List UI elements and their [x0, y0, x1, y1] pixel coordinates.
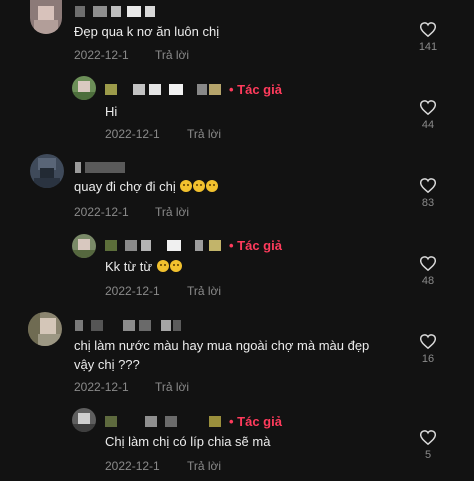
heart-outline-icon: [413, 430, 443, 445]
like-button[interactable]: 44: [413, 100, 443, 131]
pleading-face-icon: [193, 180, 206, 192]
username-blurred[interactable]: [75, 4, 165, 18]
comment-text-body: Kk từ từ: [105, 259, 153, 274]
reply-button[interactable]: Trả lời: [155, 380, 189, 394]
comment-text: quay đi chợ đi chị: [74, 177, 219, 196]
comment-text: Đẹp qua k nơ ăn luôn chị: [74, 24, 220, 39]
pleading-face-icon: [206, 180, 219, 192]
like-count: 141: [418, 41, 438, 53]
heart-outline-icon: [413, 22, 443, 37]
username-blurred[interactable]: [105, 414, 230, 428]
like-count: 48: [421, 275, 435, 287]
avatar[interactable]: [30, 0, 62, 34]
username-blurred[interactable]: [105, 238, 225, 252]
comment-text: Hi: [105, 104, 118, 119]
reply-button[interactable]: Trả lời: [187, 284, 221, 298]
reply-button[interactable]: Trả lời: [187, 459, 221, 473]
avatar[interactable]: [72, 76, 96, 100]
avatar[interactable]: [28, 312, 62, 346]
like-count: 5: [424, 449, 432, 461]
heart-outline-icon: [413, 100, 443, 115]
comment-date: 2022-12-1: [74, 380, 129, 394]
comment-date: 2022-12-1: [105, 284, 160, 298]
like-count: 83: [421, 197, 435, 209]
comment-text: chị làm nước màu hay mua ngoài chợ mà mà…: [74, 336, 369, 374]
laughing-tears-icon: [169, 260, 182, 272]
comment-text-line: chị làm nước màu hay mua ngoài chợ mà mà…: [74, 338, 370, 353]
reply-button[interactable]: Trả lời: [155, 205, 189, 219]
username-blurred[interactable]: [105, 82, 225, 96]
author-tag: • Tác giả: [229, 238, 282, 253]
comment-text-body: quay đi chợ đi chị: [74, 179, 176, 194]
pleading-face-icon: [180, 180, 193, 192]
laughing-tears-icon: [156, 260, 169, 272]
like-count: 16: [421, 353, 435, 365]
like-button[interactable]: 5: [413, 430, 443, 461]
author-tag: • Tác giả: [229, 414, 282, 429]
comment-date: 2022-12-1: [74, 48, 129, 62]
avatar[interactable]: [30, 154, 64, 188]
reply-button[interactable]: Trả lời: [187, 127, 221, 141]
reply-button[interactable]: Trả lời: [155, 48, 189, 62]
heart-outline-icon: [413, 256, 443, 271]
author-tag: • Tác giả: [229, 82, 282, 97]
avatar[interactable]: [72, 408, 96, 432]
heart-outline-icon: [413, 334, 443, 349]
comment-text-line: vậy chị ???: [74, 357, 140, 372]
like-button[interactable]: 16: [413, 334, 443, 365]
like-button[interactable]: 83: [413, 178, 443, 209]
like-count: 44: [421, 119, 435, 131]
heart-outline-icon: [413, 178, 443, 193]
username-blurred[interactable]: [75, 318, 185, 332]
comment-text: Kk từ từ: [105, 257, 182, 276]
avatar[interactable]: [72, 234, 96, 258]
comment-date: 2022-12-1: [105, 127, 160, 141]
comment-date: 2022-12-1: [74, 205, 129, 219]
like-button[interactable]: 48: [413, 256, 443, 287]
username-blurred[interactable]: [75, 160, 135, 174]
comment-text: Chị làm chị có líp chia sẽ mà: [105, 434, 271, 449]
comment-date: 2022-12-1: [105, 459, 160, 473]
like-button[interactable]: 141: [413, 22, 443, 53]
